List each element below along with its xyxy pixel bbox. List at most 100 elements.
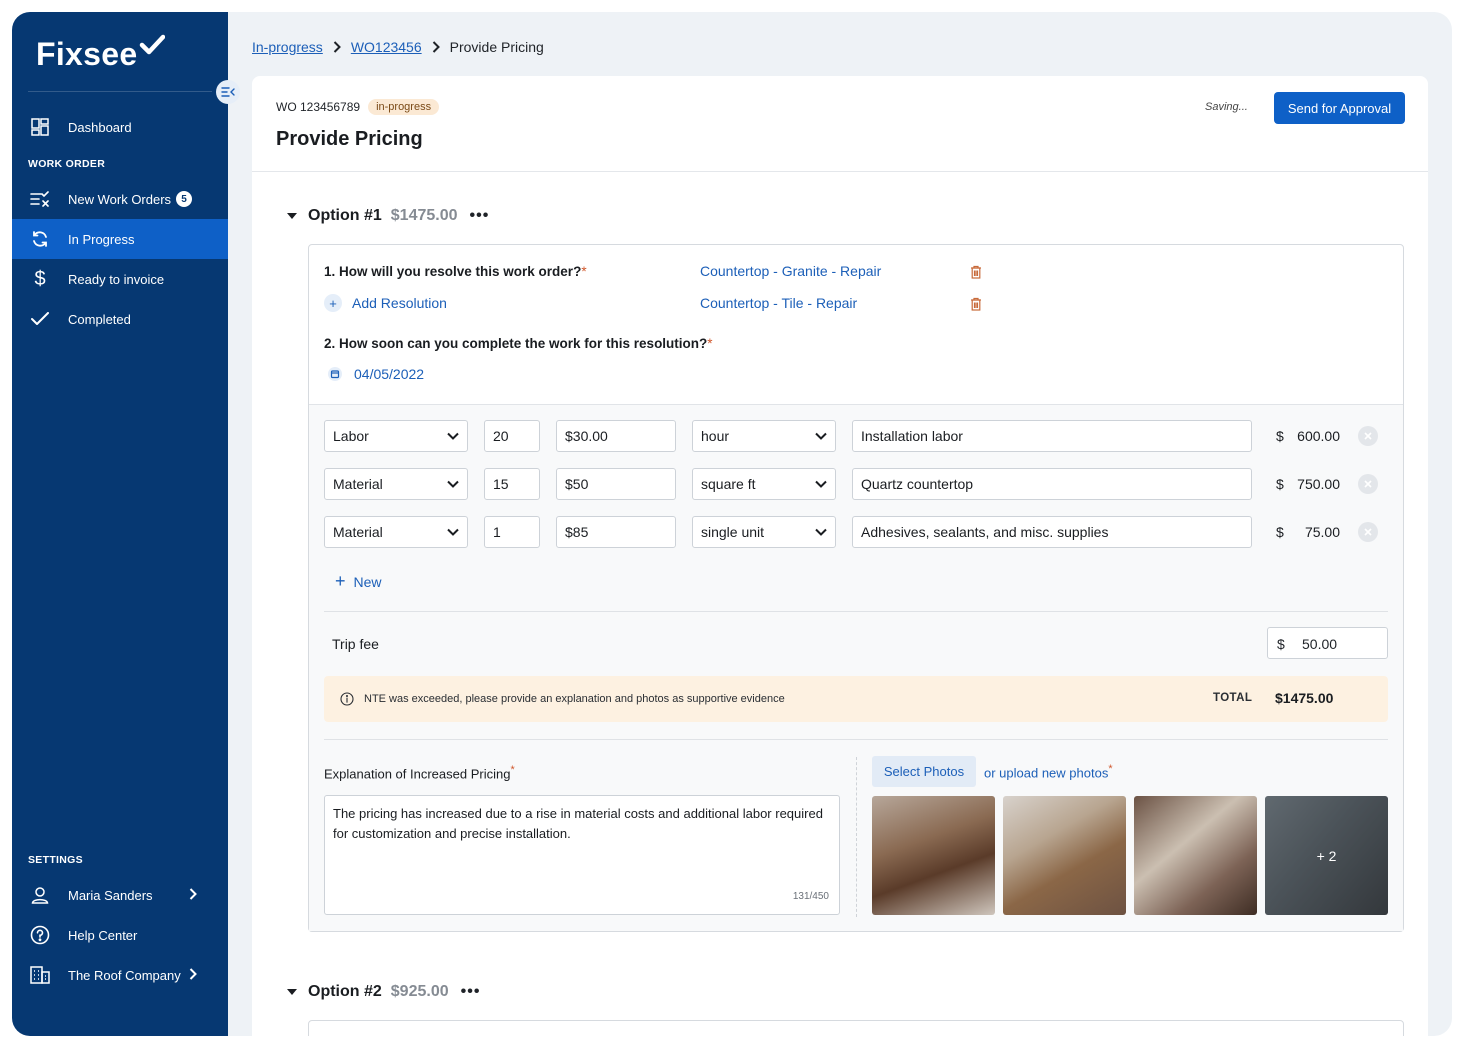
trip-fee-value: 50.00: [1302, 636, 1338, 652]
sidebar-item-dashboard[interactable]: Dashboard: [12, 107, 228, 147]
explanation-text: The pricing has increased due to a rise …: [333, 806, 823, 841]
upload-photos-label: or upload new photos: [984, 765, 1109, 781]
remove-line-item-button[interactable]: [1358, 426, 1378, 446]
more-options-icon[interactable]: •••: [461, 984, 481, 1000]
app-name: Fixsee: [36, 36, 138, 72]
timeline-question-text: 2. How soon can you complete the work fo…: [324, 336, 708, 351]
resolution-link-tile[interactable]: Countertop - Tile - Repair: [700, 295, 857, 311]
photo-thumbnail[interactable]: + 2: [1265, 796, 1388, 915]
currency-symbol: $: [1276, 476, 1284, 492]
info-icon: [340, 692, 354, 706]
collapse-sidebar-button[interactable]: [216, 80, 240, 104]
section-divider: [324, 611, 1388, 612]
sidebar-item-profile[interactable]: Maria Sanders: [12, 875, 228, 915]
line-item-unit-select[interactable]: single unit: [692, 516, 836, 548]
new-orders-count-badge: 5: [176, 191, 193, 207]
sidebar-item-in-progress[interactable]: In Progress: [12, 219, 228, 259]
option-price: $1475.00: [390, 207, 458, 224]
sidebar-item-label: Ready to invoice: [68, 271, 165, 287]
line-item-quantity-input[interactable]: 1: [484, 516, 540, 548]
explanation-textarea[interactable]: The pricing has increased due to a rise …: [324, 795, 840, 915]
remove-line-item-button[interactable]: [1358, 474, 1378, 494]
sidebar-item-company[interactable]: The Roof Company: [12, 955, 228, 995]
saving-status: Saving...: [1205, 101, 1248, 113]
work-order-number: WO 123456789: [276, 100, 361, 114]
nte-warning-banner: NTE was exceeded, please provide an expl…: [324, 676, 1388, 722]
currency-symbol: $: [1276, 428, 1284, 444]
option-2-panel: [308, 1020, 1404, 1036]
line-item-description-input[interactable]: Installation labor: [852, 420, 1252, 452]
line-item-type-value: Labor: [333, 428, 369, 444]
resolution-question: 1. How will you resolve this work order?…: [324, 264, 587, 279]
sidebar-item-help-center[interactable]: Help Center: [12, 915, 228, 955]
refresh-icon: [30, 229, 50, 249]
more-photos-count: + 2: [1265, 796, 1388, 915]
add-resolution-button[interactable]: + Add Resolution: [324, 294, 447, 312]
status-badge: in-progress: [368, 99, 440, 115]
header-divider: [252, 171, 1428, 172]
user-icon: [30, 885, 50, 905]
line-item-rate-input[interactable]: $85: [556, 516, 676, 548]
delete-resolution-trash-icon[interactable]: [970, 265, 984, 279]
breadcrumb-work-order-link[interactable]: WO123456: [351, 39, 422, 55]
line-item-type-select[interactable]: Material: [324, 468, 468, 500]
option-price: $925.00: [390, 983, 449, 1000]
sidebar-item-new-work-orders[interactable]: New Work Orders 5: [12, 179, 228, 219]
sidebar-item-completed[interactable]: Completed: [12, 299, 228, 339]
sidebar-item-label: In Progress: [68, 231, 135, 247]
dollar-icon: $: [34, 267, 46, 290]
sidebar-item-ready-to-invoice[interactable]: $ Ready to invoice: [12, 259, 228, 299]
completion-date-picker[interactable]: 04/05/2022: [328, 366, 424, 382]
send-for-approval-button[interactable]: Send for Approval: [1274, 92, 1405, 124]
line-item-type-select[interactable]: Labor: [324, 420, 468, 452]
resolution-link-granite[interactable]: Countertop - Granite - Repair: [700, 263, 881, 279]
option-2-header: Option #2 $925.00 •••: [284, 983, 480, 1001]
photo-thumbnail[interactable]: [872, 796, 995, 915]
building-icon: [30, 965, 50, 985]
line-item-quantity-input[interactable]: 15: [484, 468, 540, 500]
select-photos-button[interactable]: Select Photos: [872, 756, 976, 787]
breadcrumb: In-progress WO123456 Provide Pricing: [252, 39, 544, 55]
required-marker: *: [510, 764, 515, 776]
chevron-down-icon: [815, 528, 827, 536]
line-items-section: Labor 20 $30.00 hour Installation labor …: [309, 404, 1403, 931]
line-item-rate-input[interactable]: $50: [556, 468, 676, 500]
delete-resolution-trash-icon[interactable]: [970, 297, 984, 311]
remove-line-item-button[interactable]: [1358, 522, 1378, 542]
character-count: 131/450: [792, 891, 829, 902]
photo-thumbnail[interactable]: [1003, 796, 1126, 915]
checkmark-logo-icon: [140, 34, 166, 55]
line-item-unit-select[interactable]: square ft: [692, 468, 836, 500]
chevron-down-icon: [447, 480, 459, 488]
line-item-rate-input[interactable]: $30.00: [556, 420, 676, 452]
collapse-option-1-caret-icon[interactable]: [284, 208, 300, 224]
chevron-right-icon: [189, 887, 197, 903]
close-icon: [1364, 528, 1372, 536]
chevron-right-icon: [189, 967, 197, 983]
line-item-type-select[interactable]: Material: [324, 516, 468, 548]
nte-warning-message: NTE was exceeded, please provide an expl…: [364, 693, 785, 705]
breadcrumb-current: Provide Pricing: [449, 39, 544, 55]
timeline-question: 2. How soon can you complete the work fo…: [324, 336, 713, 351]
line-item-unit-select[interactable]: hour: [692, 420, 836, 452]
add-line-item-button[interactable]: + New: [335, 571, 382, 592]
app-logo[interactable]: Fixsee: [36, 34, 166, 73]
breadcrumb-in-progress-link[interactable]: In-progress: [252, 39, 323, 55]
option-1-panel: 1. How will you resolve this work order?…: [308, 244, 1404, 932]
line-item-quantity-input[interactable]: 20: [484, 420, 540, 452]
more-options-icon[interactable]: •••: [470, 208, 490, 224]
add-line-item-label: New: [353, 573, 382, 590]
option-name: Option #2: [308, 983, 382, 1000]
chevron-right-icon: [333, 41, 341, 53]
collapse-option-2-caret-icon[interactable]: [284, 984, 300, 1000]
calendar-icon: [328, 367, 342, 381]
photo-thumbnail[interactable]: [1134, 796, 1257, 915]
trip-fee-input[interactable]: $ 50.00: [1267, 627, 1388, 659]
completion-date: 04/05/2022: [354, 366, 425, 382]
upload-photos-link[interactable]: or upload new photos*: [984, 763, 1113, 780]
currency-symbol: $: [1277, 636, 1285, 652]
line-item-description-input[interactable]: Adhesives, sealants, and misc. supplies: [852, 516, 1252, 548]
sidebar-item-label: Completed: [68, 311, 131, 327]
line-item-description-input[interactable]: Quartz countertop: [852, 468, 1252, 500]
sidebar: Fixsee Dashboard WORK ORDER New Work Ord…: [12, 12, 228, 1036]
